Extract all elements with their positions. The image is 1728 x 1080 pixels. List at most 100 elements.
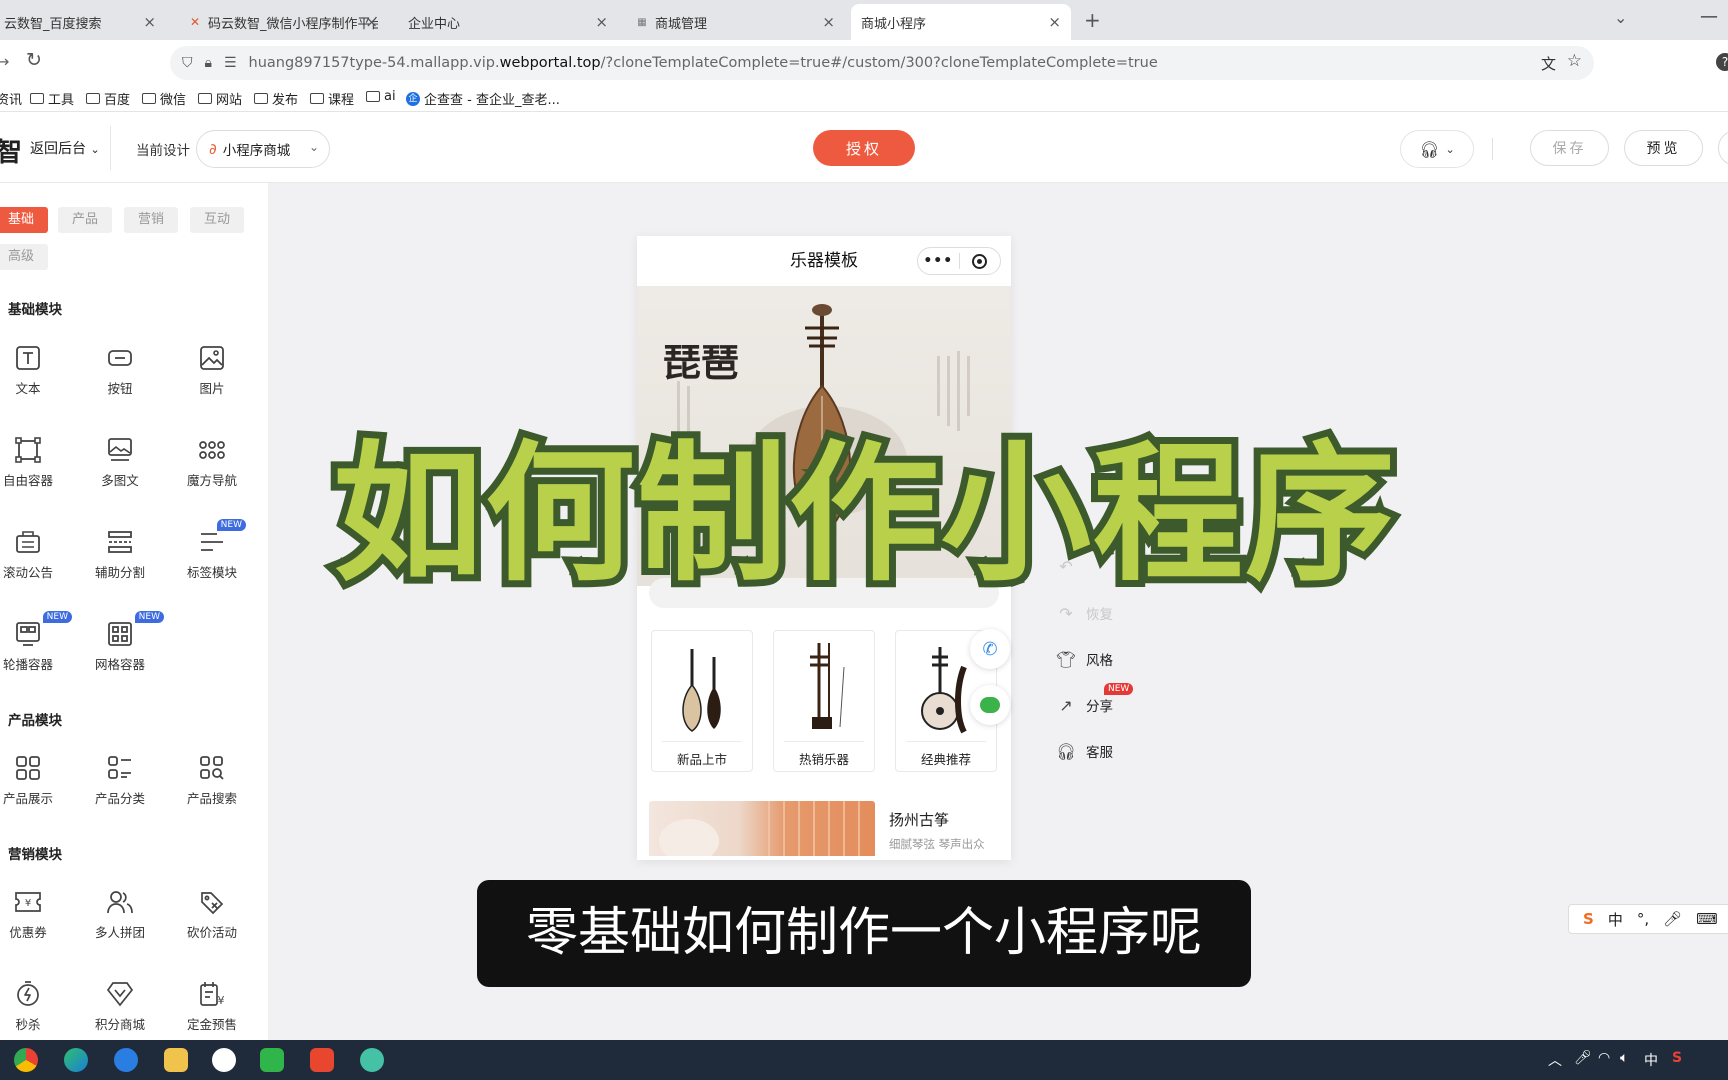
wifi-icon[interactable]: ◠	[1598, 1050, 1610, 1066]
button-icon	[80, 343, 160, 373]
mayun-favicon-icon: ✕	[189, 15, 201, 29]
ime-indicator[interactable]: 中	[1644, 1050, 1658, 1070]
banner-calligraphy: 琵琶	[663, 340, 740, 385]
module-divider[interactable]: 辅助分割	[80, 527, 160, 587]
browser-tab-mayun[interactable]: ✕ 码云数智_微信小程序制作平台_ ×	[178, 4, 388, 40]
category-card-new[interactable]: 新品上市	[651, 630, 753, 772]
ime-mode[interactable]: 中	[1608, 909, 1623, 930]
edge-icon[interactable]	[64, 1048, 88, 1072]
browser-tab-baidu[interactable]: 云数智_百度搜索 ×	[0, 4, 166, 40]
module-button[interactable]: 按钮	[80, 343, 160, 403]
category-card-hot[interactable]: 热销乐器	[773, 630, 875, 772]
help-icon[interactable]: ?	[1716, 53, 1728, 71]
module-product-category[interactable]: 产品分类	[80, 753, 160, 813]
subtitle-caption: 零基础如何制作一个小程序呢	[477, 880, 1251, 987]
os-taskbar: ︿ 🎤︎ ◠ 🔈︎ 中 S	[0, 1040, 1728, 1080]
tab-close-icon[interactable]: ×	[1048, 13, 1061, 31]
bookmark-ai[interactable]: ai	[366, 89, 396, 104]
tab-close-icon[interactable]: ×	[822, 13, 835, 31]
module-multi-image-text[interactable]: 多图文	[80, 435, 160, 495]
tab-interaction[interactable]: 互动	[190, 207, 244, 233]
module-scroll-notice[interactable]: 滚动公告	[0, 527, 68, 587]
module-image[interactable]: 图片	[172, 343, 252, 403]
bookmark-courses[interactable]: 课程	[310, 89, 354, 108]
phone-call-button[interactable]: ✆	[970, 629, 1010, 669]
bookmark-publish[interactable]: 发布	[254, 89, 298, 108]
tab-close-icon[interactable]: ×	[365, 13, 378, 31]
volume-icon[interactable]: 🔈︎	[1620, 1050, 1628, 1066]
design-select[interactable]: ∂ 小程序商城 ⌄	[196, 130, 330, 168]
star-icon[interactable]: ☆	[1567, 51, 1582, 71]
bookmark-tools[interactable]: 工具	[30, 89, 74, 108]
screen-recorder-icon[interactable]	[310, 1048, 334, 1072]
bookmark-baidu[interactable]: 百度	[86, 89, 130, 108]
browser-tab-mall-miniapp[interactable]: 商城小程序 ×	[851, 4, 1071, 40]
qq-icon[interactable]	[212, 1048, 236, 1072]
site-settings-icon[interactable]: ☰	[224, 55, 237, 71]
tab-close-icon[interactable]: ×	[595, 13, 608, 31]
translate-icon[interactable]: 文	[1541, 53, 1556, 74]
coupon-icon: ¥	[0, 887, 68, 917]
module-points-mall[interactable]: 积分商城	[80, 979, 160, 1039]
tab-marketing[interactable]: 营销	[124, 207, 178, 233]
sogou-tray-icon[interactable]: S	[1672, 1050, 1682, 1066]
module-text[interactable]: 文本	[0, 343, 68, 403]
tab-close-icon[interactable]: ×	[143, 13, 156, 31]
address-bar[interactable]: ⛉ 🔒︎ ☰ huang897157type-54.mallapp.vip.we…	[170, 46, 1594, 80]
punctuation-icon[interactable]: °,	[1637, 910, 1649, 928]
wechat-button[interactable]	[970, 685, 1010, 725]
module-grid-container[interactable]: NEW 网格容器	[80, 611, 164, 679]
module-flash-sale[interactable]: 秒杀	[0, 979, 68, 1039]
customer-service-button[interactable]: 🎧︎ 客服	[1056, 741, 1113, 762]
style-button[interactable]: 👕︎ 风格	[1056, 649, 1113, 670]
product-display-icon	[0, 753, 68, 783]
module-panel: 基础 产品 营销 互动 高级 基础模块 文本 按钮 图片 自由容器 多图文 魔方…	[0, 183, 268, 1040]
module-carousel[interactable]: NEW 轮播容器	[0, 611, 72, 679]
bookmark-qichacha[interactable]: 企企查查 - 查企业_查老...	[406, 89, 560, 108]
module-product-search[interactable]: 产品搜索	[172, 753, 252, 813]
sogou-browser-icon[interactable]	[114, 1048, 138, 1072]
chevron-down-icon[interactable]: ⌄	[1614, 8, 1627, 27]
browser-tab-enterprise[interactable]: 企业中心 ×	[398, 4, 618, 40]
module-product-display[interactable]: 产品展示	[0, 753, 68, 813]
back-arrow-icon[interactable]: →	[0, 52, 9, 71]
window-minimize-icon[interactable]: —	[1700, 6, 1718, 27]
free-container-icon	[0, 435, 68, 465]
ime-toolbar[interactable]: S 中 °, 🎤︎ ⌨	[1568, 904, 1728, 934]
browser-tab-mall-admin[interactable]: ▦ 商城管理 ×	[625, 4, 845, 40]
wechat-icon[interactable]	[260, 1048, 284, 1072]
app-icon[interactable]	[360, 1048, 384, 1072]
tray-expand-icon[interactable]: ︿	[1548, 1050, 1562, 1070]
module-deposit-presale[interactable]: ¥ 定金预售	[172, 979, 252, 1039]
back-to-admin-button[interactable]: 返回后台 ⌄	[30, 138, 100, 158]
publish-button[interactable]	[1718, 130, 1728, 166]
authorize-button[interactable]: 授权	[813, 130, 915, 166]
save-button[interactable]: 保存	[1530, 130, 1609, 166]
file-explorer-icon[interactable]	[164, 1048, 188, 1072]
tab-advanced[interactable]: 高级	[0, 244, 48, 270]
support-select[interactable]: 🎧︎ ⌄	[1400, 130, 1474, 168]
microphone-icon[interactable]: 🎤︎	[1663, 910, 1682, 928]
product-search-icon	[172, 753, 252, 783]
tab-product[interactable]: 产品	[58, 207, 112, 233]
tab-basic[interactable]: 基础	[0, 207, 48, 233]
preview-button[interactable]: 预览	[1624, 130, 1703, 166]
chrome-icon[interactable]	[14, 1048, 38, 1072]
current-design-label: 当前设计	[136, 143, 190, 159]
reload-icon[interactable]: ↻	[26, 49, 42, 71]
bookmark-sites[interactable]: 网站	[198, 89, 242, 108]
new-tab-icon[interactable]: +	[1084, 8, 1101, 32]
microphone-icon[interactable]: 🎤︎	[1574, 1050, 1592, 1066]
keyboard-icon[interactable]: ⌨	[1696, 910, 1718, 928]
share-button[interactable]: ↗ 分享 NEW	[1056, 683, 1134, 715]
bookmarks-bar: 资讯 工具 百度 微信 网站 发布 课程 ai 企企查查 - 查企业_查老...	[0, 86, 1728, 112]
module-free-container[interactable]: 自由容器	[0, 435, 68, 495]
svg-text:¥: ¥	[25, 898, 31, 909]
grid-container-icon	[80, 619, 160, 649]
module-coupon[interactable]: ¥ 优惠券	[0, 887, 68, 947]
module-bargain[interactable]: 砍价活动	[172, 887, 252, 947]
module-group-buy[interactable]: 多人拼团	[80, 887, 160, 947]
product-card[interactable]: 扬州古筝 细腻琴弦 琴声出众	[649, 801, 999, 860]
bookmark-wechat[interactable]: 微信	[142, 89, 186, 108]
bookmark-news[interactable]: 资讯	[0, 89, 22, 108]
